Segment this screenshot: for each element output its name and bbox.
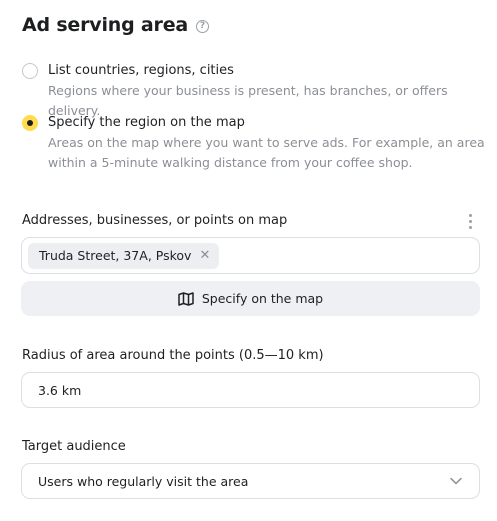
radius-label: Radius of area around the points (0.5—10… [22, 348, 324, 363]
close-icon[interactable]: ✕ [199, 249, 210, 262]
specify-on-map-button[interactable]: Specify on the map [21, 281, 480, 316]
radius-input[interactable]: 3.6 km [21, 372, 480, 408]
target-audience-label: Target audience [22, 439, 126, 454]
addresses-input[interactable]: Truda Street, 37A, Pskov ✕ [21, 237, 480, 274]
target-audience-value: Users who regularly visit the area [38, 473, 249, 489]
option-specify-on-map[interactable]: Specify the region on the map Areas on t… [22, 114, 485, 173]
radio-selected[interactable] [22, 115, 38, 131]
address-tag: Truda Street, 37A, Pskov ✕ [28, 242, 220, 269]
option-label: List countries, regions, cities [48, 63, 234, 78]
addresses-label: Addresses, businesses, or points on map [22, 213, 288, 228]
radio-unselected[interactable] [22, 63, 38, 79]
map-icon [178, 291, 194, 306]
more-options-icon[interactable] [468, 214, 472, 229]
section-header: Ad serving area ? [22, 14, 210, 36]
chevron-down-icon [450, 477, 462, 485]
option-description-line-1: Areas on the map where you want to serve… [48, 135, 485, 150]
target-audience-select[interactable]: Users who regularly visit the area [21, 463, 480, 499]
option-description-line-2: within a 5-minute walking distance from … [48, 155, 413, 170]
option-list-regions[interactable]: List countries, regions, cities Regions … [22, 62, 497, 121]
specify-on-map-label: Specify on the map [201, 291, 324, 306]
section-title: Ad serving area [22, 14, 189, 36]
address-tag-label: Truda Street, 37A, Pskov [39, 248, 192, 263]
option-label: Specify the region on the map [48, 115, 245, 130]
radius-value: 3.6 km [38, 382, 82, 398]
help-icon[interactable]: ? [196, 19, 210, 33]
